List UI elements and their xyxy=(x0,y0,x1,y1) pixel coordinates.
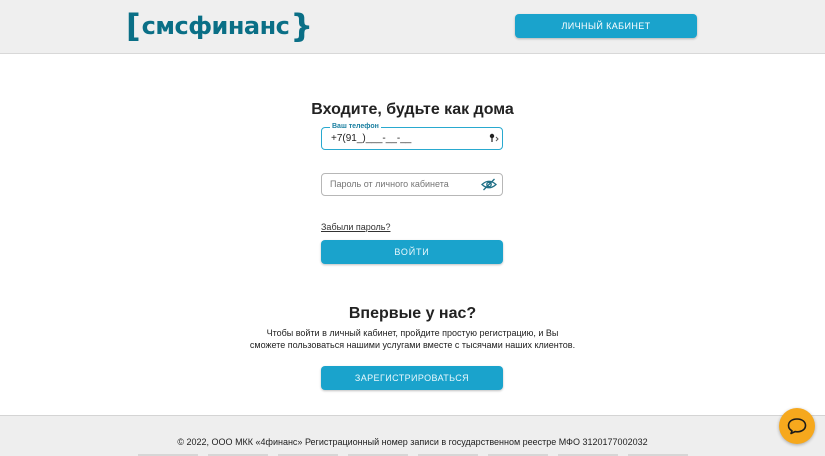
footer: © 2022, ООО МКК «4финанс» Регистрационны… xyxy=(0,415,825,456)
forgot-password-link[interactable]: Забыли пароль? xyxy=(321,222,390,232)
register-description-line-1: Чтобы войти в личный кабинет, пройдите п… xyxy=(266,328,559,338)
eye-slash-icon[interactable] xyxy=(481,178,497,191)
phone-input[interactable]: +7(91_)___-__-__ xyxy=(331,133,411,144)
chat-button[interactable] xyxy=(779,408,815,444)
header: [ смсфинанс } ЛИЧНЫЙ КАБИНЕТ xyxy=(0,0,825,54)
login-button[interactable]: ВОЙТИ xyxy=(321,240,503,264)
key-icon[interactable] xyxy=(488,132,500,144)
logo-bracket-right: } xyxy=(290,7,314,45)
password-field[interactable] xyxy=(321,173,503,196)
footer-copyright: © 2022, ООО МКК «4финанс» Регистрационны… xyxy=(177,437,648,447)
logo-bracket-left: [ xyxy=(126,7,141,45)
register-button[interactable]: ЗАРЕГИСТРИРОВАТЬСЯ xyxy=(321,366,503,390)
register-title: Впервые у нас? xyxy=(348,305,477,322)
personal-cabinet-button[interactable]: ЛИЧНЫЙ КАБИНЕТ xyxy=(515,14,697,38)
phone-field[interactable]: Ваш телефон +7(91_)___-__-__ xyxy=(321,122,503,150)
register-description: Чтобы войти в личный кабинет, пройдите п… xyxy=(0,327,825,351)
logo[interactable]: [ смсфинанс } xyxy=(126,9,313,43)
chat-icon xyxy=(787,418,807,435)
login-title: Входите, будьте как дома xyxy=(311,101,514,118)
register-description-line-2: сможете пользоваться нашими услугами вме… xyxy=(249,340,576,350)
password-input[interactable] xyxy=(330,179,480,189)
logo-text: смсфинанс xyxy=(141,12,290,40)
phone-field-label: Ваш телефон xyxy=(330,122,381,131)
